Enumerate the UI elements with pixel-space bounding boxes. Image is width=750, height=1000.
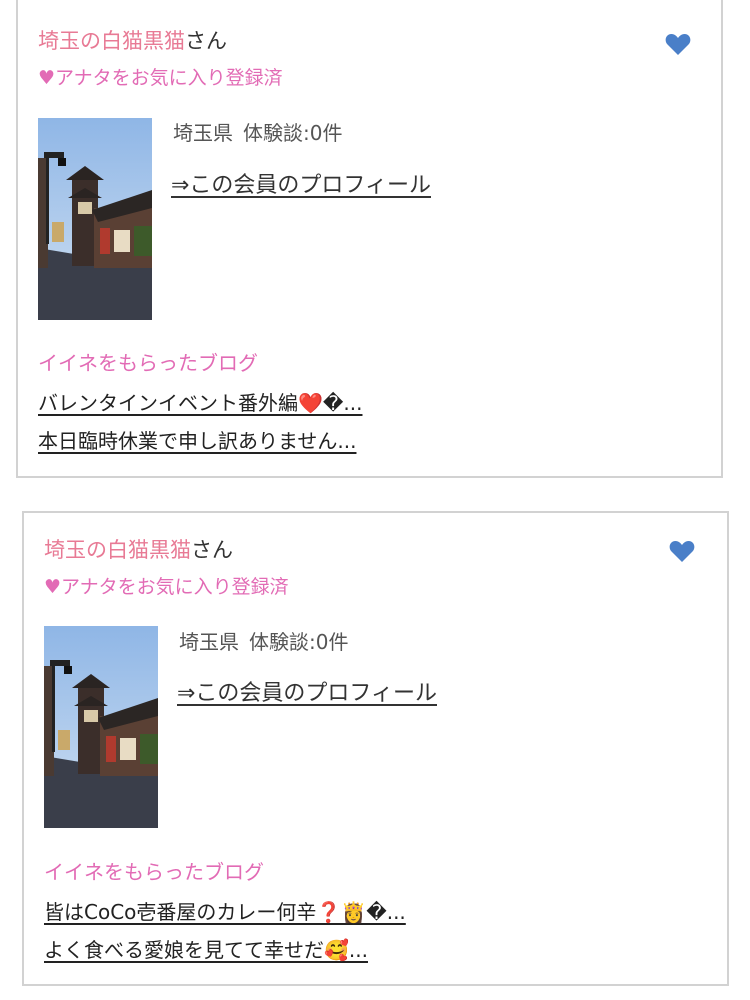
profile-link[interactable]: ⇒この会員のプロフィール xyxy=(177,680,437,708)
member-card: 埼玉の白猫黒猫さん ♥アナタをお気に入り登録済 埼玉県 体験談:0件 ⇒この会員… xyxy=(22,511,729,986)
member-photo[interactable] xyxy=(38,118,152,320)
favorite-heart-icon[interactable] xyxy=(669,539,695,563)
blog-link[interactable]: 本日臨時休業で申し訳ありません... xyxy=(38,428,356,454)
member-photo[interactable] xyxy=(44,626,158,828)
member-name: 埼玉の白猫黒猫 xyxy=(44,538,191,562)
favorite-heart-icon[interactable] xyxy=(665,32,691,56)
member-name-suffix: さん xyxy=(185,29,227,53)
favorite-status: ♥アナタをお気に入り登録済 xyxy=(38,67,283,89)
member-card: 埼玉の白猫黒猫さん ♥アナタをお気に入り登録済 埼玉県 体験談:0件 ⇒この会員… xyxy=(16,0,723,478)
blog-link[interactable]: 皆はCoCo壱番屋のカレー何辛❓👸�... xyxy=(44,899,406,925)
favorite-status: ♥アナタをお気に入り登録済 xyxy=(44,576,289,598)
liked-blogs-heading: イイネをもらったブログ xyxy=(44,860,264,884)
member-region: 埼玉県 体験談:0件 xyxy=(173,120,342,146)
experience-count: 体験談:0件 xyxy=(249,630,349,654)
region-prefecture: 埼玉県 xyxy=(179,630,239,654)
member-name-line: 埼玉の白猫黒猫さん xyxy=(38,28,227,54)
experience-count: 体験談:0件 xyxy=(243,121,343,145)
region-prefecture: 埼玉県 xyxy=(173,121,233,145)
blog-link[interactable]: バレンタインイベント番外編❤️�... xyxy=(38,390,362,416)
member-region: 埼玉県 体験談:0件 xyxy=(179,629,348,655)
member-name: 埼玉の白猫黒猫 xyxy=(38,29,185,53)
liked-blogs-heading: イイネをもらったブログ xyxy=(38,351,258,375)
member-name-suffix: さん xyxy=(191,538,233,562)
member-name-line: 埼玉の白猫黒猫さん xyxy=(44,537,233,563)
profile-link[interactable]: ⇒この会員のプロフィール xyxy=(171,172,431,200)
blog-link[interactable]: よく食べる愛娘を見てて幸せだ🥰... xyxy=(44,937,368,963)
